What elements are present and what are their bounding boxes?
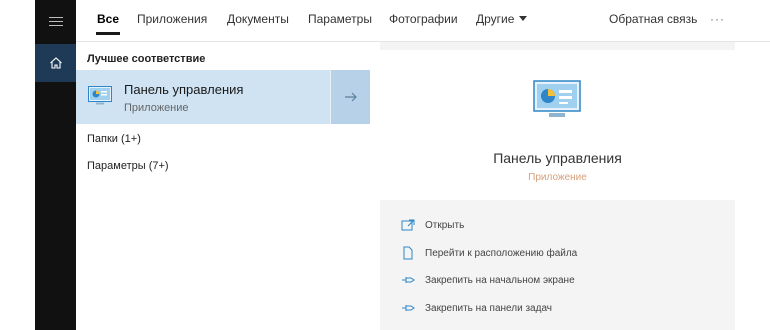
best-match-item[interactable]: Панель управления Приложение (76, 70, 370, 124)
tab-more[interactable]: Другие (476, 12, 528, 26)
home-button[interactable] (35, 44, 76, 82)
preview-panel: Панель управления Приложение Открыть Пер… (380, 42, 735, 330)
action-pin-taskbar-label: Закрепить на панели задач (425, 302, 552, 314)
tab-settings[interactable]: Параметры (308, 12, 372, 26)
action-file-location-label: Перейти к расположению файла (425, 247, 578, 259)
control-panel-icon (88, 86, 112, 105)
action-open[interactable]: Открыть (400, 216, 464, 234)
menu-icon[interactable] (49, 17, 63, 27)
file-location-icon (400, 246, 416, 260)
preview-title: Панель управления (493, 150, 622, 166)
action-open-label: Открыть (425, 219, 465, 231)
best-match-title: Панель управления (124, 82, 244, 97)
category-settings[interactable]: Параметры (7+) (87, 160, 169, 172)
open-icon (400, 219, 416, 231)
control-panel-large-icon (533, 80, 581, 117)
action-pin-start[interactable]: Закрепить на начальном экране (400, 271, 575, 289)
tab-all[interactable]: Все (95, 12, 121, 35)
expand-arrow-button[interactable] (330, 70, 370, 124)
category-folders[interactable]: Папки (1+) (87, 133, 141, 145)
tab-documents[interactable]: Документы (227, 12, 289, 26)
action-pin-start-label: Закрепить на начальном экране (425, 274, 575, 286)
feedback-link[interactable]: Обратная связь (609, 12, 697, 26)
best-match-subtitle: Приложение (124, 102, 189, 114)
arrow-right-icon (344, 92, 357, 102)
pin-icon (400, 303, 416, 313)
action-pin-taskbar[interactable]: Закрепить на панели задач (400, 299, 552, 317)
sidebar (35, 0, 76, 330)
home-icon (49, 57, 62, 69)
results-panel: Лучшее соответствие Панель управления Пр… (76, 42, 370, 330)
preview-subtitle: Приложение (528, 172, 587, 183)
chevron-down-icon (519, 16, 528, 21)
tab-photos[interactable]: Фотографии (389, 12, 458, 26)
preview-card: Панель управления Приложение (380, 50, 735, 200)
tab-apps[interactable]: Приложения (137, 12, 207, 26)
tab-more-label: Другие (476, 12, 515, 26)
search-tabs: Все Приложения Документы Параметры Фотог… (76, 0, 770, 42)
action-file-location[interactable]: Перейти к расположению файла (400, 244, 577, 262)
best-match-heading: Лучшее соответствие (87, 53, 206, 65)
more-options-icon[interactable]: ··· (710, 12, 725, 26)
pin-icon (400, 275, 416, 285)
